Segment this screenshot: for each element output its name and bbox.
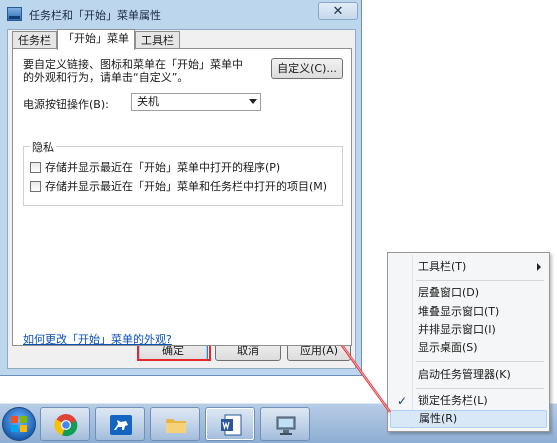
power-button-select[interactable]: 关机: [131, 93, 261, 111]
folder-icon: [166, 419, 186, 433]
store-recent-items-option[interactable]: 存储并显示最近在「开始」菜单和任务栏中打开的项目(M): [30, 178, 327, 194]
menu-item-lock-taskbar[interactable]: ✓ 锁定任务栏(L): [390, 392, 547, 410]
privacy-group-title: 隐私: [30, 139, 56, 155]
store-recent-programs-option[interactable]: 存储并显示最近在「开始」菜单中打开的程序(P): [30, 159, 280, 175]
menu-item-label: 工具栏(T): [418, 260, 467, 273]
checkmark-icon: ✓: [397, 394, 408, 408]
word-icon: [221, 414, 242, 436]
computer-icon: [276, 416, 296, 435]
menu-item-cascade-windows[interactable]: 层叠窗口(D): [390, 284, 547, 302]
store-recent-programs-label: 存储并显示最近在「开始」菜单中打开的程序(P): [45, 161, 281, 174]
power-button-value: 关机: [137, 95, 159, 108]
chrome-icon: [54, 414, 78, 437]
menu-item-label: 显示桌面(S): [418, 341, 478, 354]
title-bar[interactable]: 任务栏和「开始」菜单属性 ✕: [0, 0, 361, 28]
store-recent-items-checkbox[interactable]: [30, 180, 41, 192]
taskbar-item-computer[interactable]: [260, 407, 310, 441]
start-menu-tab-panel: 要自定义链接、图标和菜单在「开始」菜单中的外观和行为，请单击“自定义”。 自定义…: [12, 48, 352, 346]
appearance-help-link[interactable]: 如何更改「开始」菜单的外观?: [23, 331, 172, 347]
menu-item-label: 锁定任务栏(L): [418, 394, 488, 407]
horse-app-icon: [110, 415, 132, 435]
customize-button[interactable]: 自定义(C)...: [271, 58, 343, 79]
menu-item-stack-windows[interactable]: 堆叠显示窗口(T): [390, 303, 547, 321]
menu-item-properties[interactable]: 属性(R): [390, 410, 547, 428]
store-recent-programs-checkbox[interactable]: [30, 161, 41, 173]
tab-start-menu[interactable]: 「开始」菜单: [57, 29, 135, 50]
privacy-group: 隐私 存储并显示最近在「开始」菜单中打开的程序(P) 存储并显示最近在「开始」菜…: [23, 139, 343, 206]
menu-separator: [416, 388, 544, 389]
taskbar-item-word[interactable]: [205, 407, 255, 441]
dialog-client-area: 任务栏 「开始」菜单 工具栏 要自定义链接、图标和菜单在「开始」菜单中的外观和行…: [7, 29, 356, 369]
chevron-right-icon: [537, 263, 541, 271]
power-button-label: 电源按钮操作(B):: [23, 98, 109, 111]
menu-item-label: 堆叠显示窗口(T): [418, 305, 500, 318]
start-button[interactable]: [2, 407, 36, 441]
menu-item-task-manager[interactable]: 启动任务管理器(K): [390, 366, 547, 384]
menu-separator: [416, 361, 544, 362]
menu-item-label: 层叠窗口(D): [418, 286, 480, 299]
window-title: 任务栏和「开始」菜单属性: [29, 9, 161, 22]
taskbar-item-explorer[interactable]: [150, 407, 200, 441]
menu-item-label: 属性(R): [419, 412, 458, 425]
chevron-down-icon: [249, 99, 257, 104]
store-recent-items-label: 存储并显示最近在「开始」菜单和任务栏中打开的项目(M): [45, 180, 328, 193]
menu-item-toolbars[interactable]: 工具栏(T): [390, 258, 547, 276]
taskbar-item-chrome[interactable]: [40, 407, 90, 441]
menu-item-side-by-side[interactable]: 并排显示窗口(I): [390, 321, 547, 339]
taskbar-context-menu: 工具栏(T) 层叠窗口(D) 堆叠显示窗口(T) 并排显示窗口(I) 显示桌面(…: [387, 252, 550, 432]
menu-item-label: 并排显示窗口(I): [418, 323, 496, 336]
close-button[interactable]: ✕: [318, 2, 358, 20]
menu-item-label: 启动任务管理器(K): [418, 368, 511, 381]
customize-description: 要自定义链接、图标和菜单在「开始」菜单中的外观和行为，请单击“自定义”。: [23, 58, 243, 84]
taskbar-properties-icon: [7, 7, 22, 21]
menu-item-show-desktop[interactable]: 显示桌面(S): [390, 339, 547, 357]
taskbar-start-menu-properties-dialog: 任务栏和「开始」菜单属性 ✕ 任务栏 「开始」菜单 工具栏 要自定义链接、图标和…: [0, 0, 362, 376]
menu-separator: [416, 280, 544, 281]
taskbar-item-horse-app[interactable]: [95, 407, 145, 441]
